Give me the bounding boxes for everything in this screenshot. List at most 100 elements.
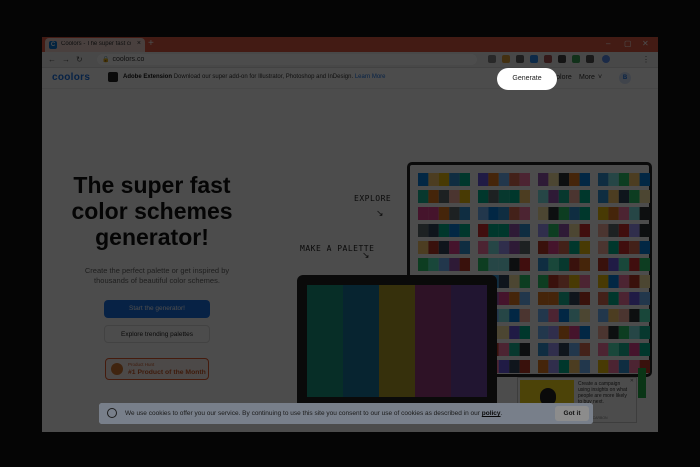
palette-swatch (538, 343, 549, 356)
palette-swatch (618, 207, 630, 220)
palette-swatch (428, 173, 439, 186)
browser-menu-icon[interactable]: ⋮ (642, 55, 650, 64)
back-icon[interactable]: ← (48, 55, 56, 64)
palette-swatch (428, 224, 439, 237)
avatar[interactable]: B (619, 72, 631, 84)
palette-swatch (488, 258, 499, 271)
palette-swatch (579, 224, 590, 237)
palette-swatch (608, 292, 619, 305)
palette-swatch (579, 292, 590, 305)
palette-swatch (639, 343, 650, 356)
minimize-button[interactable]: – (606, 39, 610, 48)
palette-swatch (608, 241, 619, 254)
palette-swatch (579, 173, 590, 186)
palette-swatch (639, 173, 650, 186)
palette-swatch (498, 275, 510, 288)
extension-icon[interactable] (530, 55, 538, 63)
tab-close-icon[interactable]: × (137, 40, 141, 47)
palette-swatch (548, 292, 559, 305)
extension-icon[interactable] (516, 55, 524, 63)
palette-swatch (418, 224, 429, 237)
palette-swatch (598, 207, 609, 220)
palette-swatch (418, 190, 429, 203)
palette-swatch (498, 224, 510, 237)
close-window-button[interactable]: ✕ (642, 39, 649, 48)
start-generator-button[interactable]: Start the generator! (104, 300, 210, 318)
palette-swatch (538, 292, 549, 305)
palette-swatch (519, 292, 530, 305)
palette-swatch (538, 173, 549, 186)
profile-icon[interactable] (602, 55, 610, 63)
palette-swatch (558, 309, 570, 322)
palette-swatch (509, 190, 520, 203)
maximize-button[interactable]: ▢ (624, 39, 632, 48)
palette-swatch (548, 241, 559, 254)
extension-icon[interactable] (558, 55, 566, 63)
video-frame: C Coolors - The super fast color s... × … (0, 0, 700, 467)
coolors-page: coolors Adobe Extension Download our sup… (42, 68, 658, 432)
palette-swatch (558, 326, 570, 339)
coolors-favicon-icon: C (49, 41, 57, 49)
palette-swatch (509, 207, 520, 220)
palette-swatch (579, 241, 590, 254)
product-hunt-badge[interactable]: Product Hunt #1 Product of the Month (105, 358, 209, 380)
policy-link[interactable]: policy (482, 410, 501, 417)
palette-swatch (608, 258, 619, 271)
palette-swatch (538, 275, 549, 288)
palette-swatch (488, 224, 499, 237)
palette-swatch (558, 173, 570, 186)
palette-swatch (569, 343, 580, 356)
browser-tab[interactable]: C Coolors - The super fast color s... × (45, 38, 145, 52)
got-it-button[interactable]: Got it (555, 406, 589, 421)
lock-icon: 🔒 (102, 57, 110, 63)
reload-icon[interactable]: ↻ (76, 55, 83, 64)
palette-swatch (498, 241, 510, 254)
extension-icon[interactable] (572, 55, 580, 63)
palette-swatch (438, 207, 450, 220)
palette-swatch (598, 258, 609, 271)
palette-swatch (478, 258, 489, 271)
palette-swatch (478, 224, 489, 237)
palette-swatch (579, 360, 590, 373)
palette-swatch (519, 275, 530, 288)
palette-swatch (569, 207, 580, 220)
extension-icon[interactable] (544, 55, 552, 63)
forward-icon[interactable]: → (62, 55, 70, 64)
new-tab-button[interactable]: + (148, 39, 154, 49)
ad-close-icon[interactable]: ✕ (630, 378, 634, 384)
extension-icon[interactable] (488, 55, 496, 63)
nav-more[interactable]: More (579, 74, 595, 81)
product-hunt-label: Product Hunt (128, 362, 155, 367)
palette-swatch (629, 275, 640, 288)
palette-swatch (428, 241, 439, 254)
palette-swatch (459, 207, 470, 220)
explore-palettes-button[interactable]: Explore trending palettes (104, 325, 210, 343)
extensions-puzzle-icon[interactable] (586, 55, 594, 63)
palette-swatch (558, 343, 570, 356)
palette-swatch (478, 190, 489, 203)
palette-swatch (449, 258, 460, 271)
palette-swatch (449, 224, 460, 237)
palette-swatch (418, 207, 429, 220)
palette-swatch (598, 309, 609, 322)
palette-swatch (618, 173, 630, 186)
palette-swatch (618, 241, 630, 254)
feedback-tab[interactable] (638, 368, 646, 398)
url-input[interactable]: 🔒 coolors.co (97, 54, 477, 65)
browser-window: C Coolors - The super fast color s... × … (42, 37, 658, 432)
palette-swatch (498, 190, 510, 203)
palette-swatch (428, 190, 439, 203)
learn-more-link[interactable]: Learn More (355, 74, 386, 80)
palette-swatch (618, 343, 630, 356)
palette-swatch (569, 241, 580, 254)
extension-icon[interactable] (502, 55, 510, 63)
coolors-logo[interactable]: coolors (52, 72, 90, 83)
palette-swatch (579, 326, 590, 339)
palette-swatch (498, 173, 510, 186)
palette-swatch (488, 241, 499, 254)
palette-swatch (538, 224, 549, 237)
nav-generate[interactable]: Generate (497, 68, 557, 90)
product-hunt-title: #1 Product of the Month (128, 369, 206, 376)
palette-swatch (509, 224, 520, 237)
palette-swatch (569, 360, 580, 373)
